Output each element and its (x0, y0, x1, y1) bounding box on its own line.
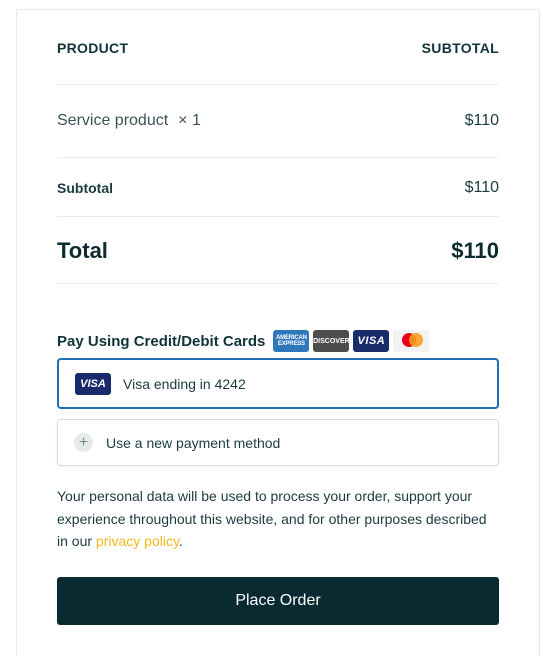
new-payment-method-label: Use a new payment method (106, 434, 281, 451)
total-row: Total $110 (57, 236, 499, 266)
item-quantity: × 1 (178, 112, 201, 129)
discover-icon: DISCOVER (313, 330, 350, 352)
visa-card-icon: VISA (75, 372, 111, 395)
new-payment-method-option[interactable]: + Use a new payment method (57, 419, 499, 466)
total-value: $110 (451, 238, 499, 263)
subtotal-value: $110 (464, 179, 499, 196)
order-item-row: Service product × 1 $110 (57, 110, 499, 132)
saved-card-label: Visa ending in 4242 (123, 375, 246, 392)
privacy-suffix: . (178, 533, 183, 549)
amex-icon: AMERICAN EXPRESS (273, 330, 310, 352)
item-name: Service product (57, 112, 169, 129)
item-name-group: Service product × 1 (57, 112, 201, 130)
divider (57, 84, 499, 85)
subtotal-label: Subtotal (57, 180, 113, 196)
place-order-button[interactable]: Place Order (57, 577, 499, 625)
mastercard-icon (393, 330, 430, 352)
card-brands: AMERICAN EXPRESS DISCOVER VISA (273, 330, 430, 352)
order-table-header: PRODUCT SUBTOTAL (57, 38, 499, 58)
payment-section-title: Pay Using Credit/Debit Cards AMERICAN EX… (57, 329, 430, 353)
divider (57, 157, 499, 158)
header-product: PRODUCT (57, 40, 129, 56)
checkout-card: PRODUCT SUBTOTAL Service product × 1 $110… (16, 9, 540, 656)
privacy-notice: Your personal data will be used to proce… (57, 485, 499, 553)
item-price: $110 (464, 112, 499, 129)
header-subtotal: SUBTOTAL (421, 40, 499, 56)
total-label: Total (57, 238, 108, 263)
plus-icon: + (74, 433, 93, 452)
divider (57, 283, 499, 284)
divider (57, 216, 499, 217)
visa-icon: VISA (353, 330, 390, 352)
payment-title-text: Pay Using Credit/Debit Cards (57, 332, 266, 350)
saved-card-option[interactable]: VISA Visa ending in 4242 (57, 358, 499, 409)
subtotal-row: Subtotal $110 (57, 177, 499, 199)
privacy-policy-link[interactable]: privacy policy (96, 533, 179, 549)
